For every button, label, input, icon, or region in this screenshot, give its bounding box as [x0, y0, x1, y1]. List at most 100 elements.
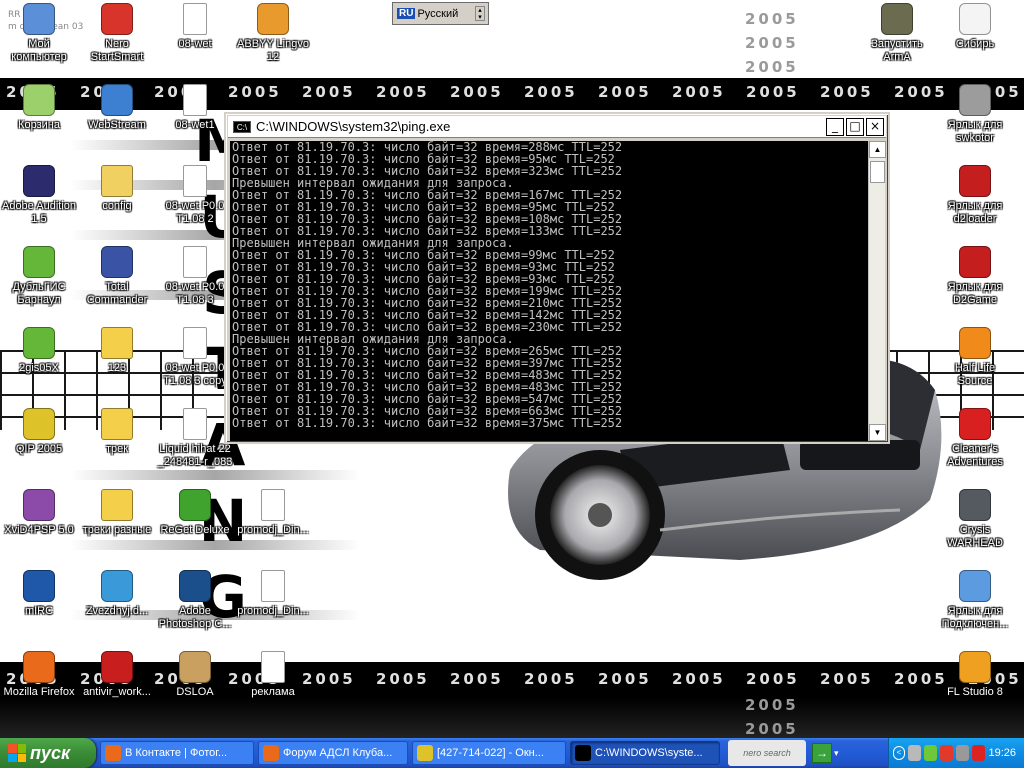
sibir-game-icon: [959, 3, 991, 35]
wallpaper-year-text: 2005: [820, 83, 874, 101]
desktop-icon[interactable]: promodj_Din...: [234, 489, 312, 537]
go-button[interactable]: →: [812, 743, 832, 763]
volume-icon[interactable]: [956, 745, 970, 761]
desktop-icon[interactable]: promodj_Din...: [234, 570, 312, 618]
desktop-icon[interactable]: XviD4PSP 5.0: [0, 489, 78, 537]
desktop-icon[interactable]: ABBYY Lingvo 12: [234, 3, 312, 64]
desktop-icon-label: Запустить ArmA: [871, 38, 923, 63]
taskbar-task-button[interactable]: C:\WINDOWS\syste...: [570, 741, 720, 765]
desktop-icon[interactable]: Ярлык для Подключен...: [936, 570, 1014, 631]
desktop-icon-label: Liquid hihat 22 _248481-r_083: [157, 443, 233, 468]
desktop-icon-label: 2gis05X: [19, 362, 59, 374]
wav-file-icon: [183, 408, 207, 440]
photoshop-icon: [179, 570, 211, 602]
avira-umbrella-icon[interactable]: [940, 745, 954, 761]
desktop-icon[interactable]: Liquid hihat 22 _248481-r_083: [156, 408, 234, 469]
taskbar-task-button[interactable]: В Контакте | Фотог...: [100, 741, 254, 765]
desktop-icon[interactable]: Total Commander: [78, 246, 156, 307]
maximize-button[interactable]: □: [846, 118, 864, 136]
minimize-button[interactable]: _: [826, 118, 844, 136]
desktop-icon-label: реклама: [251, 686, 295, 698]
desktop-icon[interactable]: трек: [78, 408, 156, 456]
desktop-icon[interactable]: Zvezdnyj.d...: [78, 570, 156, 618]
desktop-icon-label: 08-wet P0.0 T1.08 3: [165, 281, 225, 306]
desktop-icon-label: WebStream: [88, 119, 146, 131]
desktop-icon[interactable]: ReGet Deluxe: [156, 489, 234, 537]
desktop-icon-label: QIP 2005: [15, 443, 63, 455]
desktop-icon[interactable]: DSLOA: [156, 651, 234, 699]
desktop-icon[interactable]: Cleaner's Adventures: [936, 408, 1014, 469]
scroll-thumb[interactable]: [870, 161, 885, 183]
nero-search-box[interactable]: nero search: [728, 740, 806, 766]
desktop-icon-label: треки разные: [82, 524, 152, 536]
clock[interactable]: 19:26: [988, 747, 1016, 759]
half-life-red-icon: [959, 408, 991, 440]
taskbar-task-label: [427-714-022] - Окн...: [437, 747, 544, 759]
wav-file-icon: [183, 165, 207, 197]
icq-flower-icon[interactable]: [923, 745, 938, 761]
wav-file-icon: [183, 3, 207, 35]
folder-icon: [101, 408, 133, 440]
desktop-icon[interactable]: Crysis WARHEAD: [936, 489, 1014, 550]
desktop-icon[interactable]: Mozilla Firefox: [0, 651, 78, 699]
desktop-icon[interactable]: Сибирь: [936, 3, 1014, 51]
taskbar-task-button[interactable]: Форум АДСЛ Клуба...: [258, 741, 408, 765]
desktop-icon[interactable]: Adobe Photoshop C...: [156, 570, 234, 631]
desktop-icon[interactable]: Nero StartSmart: [78, 3, 156, 64]
console-scrollbar[interactable]: ▲ ▼: [868, 141, 886, 441]
mp3-file-icon: [261, 489, 285, 521]
langbar-options-button[interactable]: ▴ ▾: [475, 6, 485, 21]
desktop-icon[interactable]: Ярлык для d2loader: [936, 165, 1014, 226]
desktop-icon[interactable]: реклама: [234, 651, 312, 699]
console-window[interactable]: C:\ C:\WINDOWS\system32\ping.exe _ □ × О…: [224, 112, 890, 444]
wallpaper-year-text: 2005: [745, 720, 799, 738]
webstream-globe-icon: [101, 84, 133, 116]
desktop-icon[interactable]: Ярлык для D2Game: [936, 246, 1014, 307]
wav-file-icon: [183, 327, 207, 359]
desktop-icon[interactable]: antivir_work...: [78, 651, 156, 699]
desktop-icon[interactable]: FL Studio 8: [936, 651, 1014, 699]
desktop-icon[interactable]: mIRC: [0, 570, 78, 618]
taskbar-task-button[interactable]: [427-714-022] - Окн...: [412, 741, 566, 765]
desktop-icon[interactable]: 08-wet P0.0 T1.08 3: [156, 246, 234, 307]
dsloa-icon: [179, 651, 211, 683]
desktop-icon[interactable]: 08-wet P0.0 T1.08 2: [156, 165, 234, 226]
ea-icon[interactable]: [907, 745, 921, 761]
desktop-icon[interactable]: Adobe Audition 1.5: [0, 165, 78, 226]
desktop-icon[interactable]: WebStream: [78, 84, 156, 132]
start-button[interactable]: пуск: [0, 738, 96, 768]
taskbar: пуск В Контакте | Фотог... Форум АДСЛ Клу…: [0, 738, 1024, 768]
desktop-icon[interactable]: 08-wet P0.0 T1.08 3 copy: [156, 327, 234, 388]
folder-icon: [101, 489, 133, 521]
desktop-icon[interactable]: config: [78, 165, 156, 213]
dublgis-icon: [23, 246, 55, 278]
lingvo-books-icon: [257, 3, 289, 35]
desktop-icon[interactable]: Мой компьютер: [0, 3, 78, 64]
desktop-icon[interactable]: 123: [78, 327, 156, 375]
desktop-icon[interactable]: Корзина: [0, 84, 78, 132]
desktop-icon[interactable]: Ярлык для swkotor: [936, 84, 1014, 145]
language-bar[interactable]: RU Русский ▴ ▾: [392, 2, 489, 25]
wallpaper-year-text: 2005: [746, 670, 800, 688]
audition-icon: [23, 165, 55, 197]
tray-collapse-button[interactable]: <: [893, 746, 905, 760]
wallpaper-year-text: 2005: [450, 670, 504, 688]
desktop-icon-label: 08-wet: [178, 38, 212, 50]
scroll-up-button[interactable]: ▲: [869, 141, 886, 158]
go-menu-arrow-icon[interactable]: ▾: [834, 748, 846, 759]
desktop-icon[interactable]: 08-wet1: [156, 84, 234, 132]
xvid-icon: [23, 489, 55, 521]
desktop-icon[interactable]: Half Life Source: [936, 327, 1014, 388]
desktop-icon[interactable]: QIP 2005: [0, 408, 78, 456]
desktop-icon[interactable]: ДубльГИС Барнаул: [0, 246, 78, 307]
desktop-icon[interactable]: 2gis05X: [0, 327, 78, 375]
console-output[interactable]: Ответ от 81.19.70.3: число байт=32 время…: [230, 141, 870, 441]
desktop-icon[interactable]: треки разные: [78, 489, 156, 537]
desktop-icon[interactable]: Запустить ArmA: [858, 3, 936, 64]
scroll-down-button[interactable]: ▼: [869, 424, 886, 441]
close-button[interactable]: ×: [866, 118, 884, 136]
desktop-icon[interactable]: 08-wet: [156, 3, 234, 51]
antivir-tray-icon[interactable]: [972, 745, 986, 761]
console-titlebar[interactable]: C:\ C:\WINDOWS\system32\ping.exe _ □ ×: [228, 116, 886, 138]
console-app-icon[interactable]: C:\: [233, 120, 251, 133]
